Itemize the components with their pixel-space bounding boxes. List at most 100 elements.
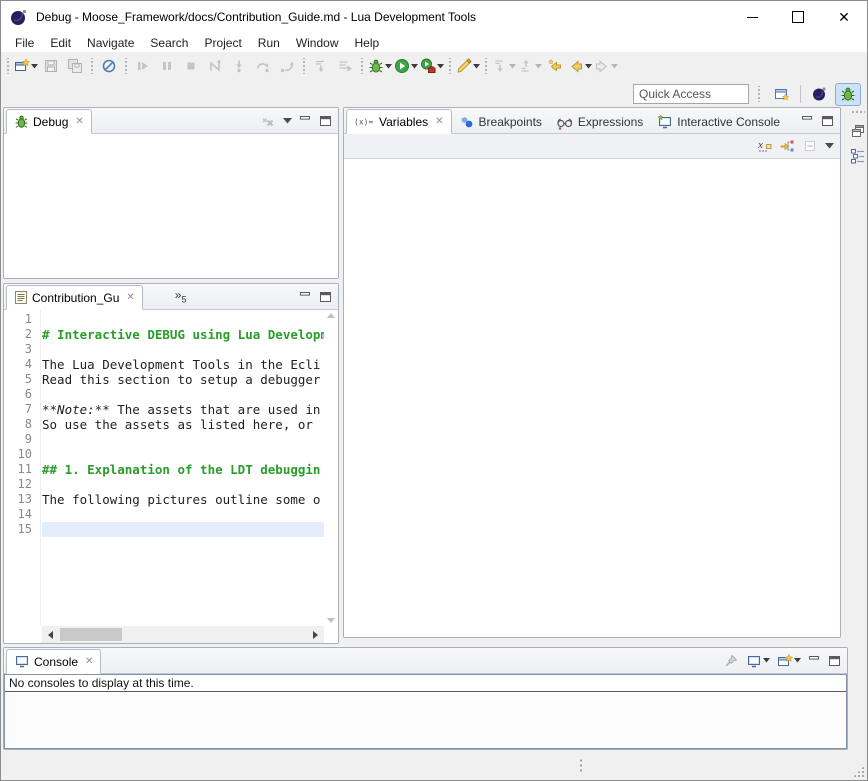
forward-button[interactable] xyxy=(593,55,619,77)
toolbar-handle[interactable] xyxy=(757,86,761,102)
minimize-button[interactable] xyxy=(299,291,312,302)
last-edit-location-button[interactable] xyxy=(543,55,567,77)
toolbar-handle[interactable] xyxy=(6,58,10,74)
minimize-button[interactable] xyxy=(801,115,814,126)
open-perspective-button[interactable] xyxy=(769,83,795,106)
tab-interactive-console[interactable]: Interactive Console xyxy=(650,110,787,133)
close-icon[interactable]: ✕ xyxy=(85,656,93,667)
menu-project[interactable]: Project xyxy=(196,35,249,51)
disconnect-button[interactable] xyxy=(203,55,227,77)
scroll-up-icon[interactable] xyxy=(327,313,335,318)
editor-line[interactable] xyxy=(42,312,324,327)
editor-line[interactable]: **Note:** The assets that are used in xyxy=(42,402,324,417)
dropdown-arrow-icon[interactable] xyxy=(611,64,618,69)
toolbar-handle[interactable] xyxy=(302,58,306,74)
menu-window[interactable]: Window xyxy=(288,35,347,51)
dropdown-arrow-icon[interactable] xyxy=(411,64,418,69)
minimize-button[interactable] xyxy=(808,655,821,666)
maximize-button[interactable] xyxy=(319,291,332,303)
more-editors-chevron[interactable]: »5 xyxy=(175,288,187,304)
editor-line[interactable] xyxy=(42,342,324,357)
vertical-scrollbar[interactable] xyxy=(324,310,338,626)
menu-search[interactable]: Search xyxy=(142,35,196,51)
view-menu-button[interactable] xyxy=(283,118,292,124)
step-over-button[interactable] xyxy=(251,55,275,77)
show-type-names-button[interactable]: x xyxy=(756,138,772,154)
window-minimize-button[interactable] xyxy=(729,1,775,33)
debug-button[interactable] xyxy=(367,55,393,77)
horizontal-scrollbar[interactable] xyxy=(42,626,324,643)
tab-editor-contribution-guide[interactable]: Contribution_Gu ✕ xyxy=(6,285,143,310)
toolbar-handle[interactable] xyxy=(124,58,128,74)
dropdown-arrow-icon[interactable] xyxy=(31,64,38,69)
open-console-button[interactable] xyxy=(777,653,801,669)
resume-button[interactable] xyxy=(131,55,155,77)
close-icon[interactable]: ✕ xyxy=(126,292,134,303)
restore-views-button[interactable] xyxy=(850,123,866,139)
pin-console-button[interactable] xyxy=(723,653,739,669)
debug-perspective-button[interactable] xyxy=(835,83,861,106)
close-icon[interactable]: ✕ xyxy=(435,116,443,127)
external-tools-button[interactable] xyxy=(419,55,445,77)
dropdown-arrow-icon[interactable] xyxy=(385,64,392,69)
menu-help[interactable]: Help xyxy=(347,35,388,51)
run-button[interactable] xyxy=(393,55,419,77)
dropdown-arrow-icon[interactable] xyxy=(585,64,592,69)
dropdown-arrow-icon[interactable] xyxy=(535,64,542,69)
tab-variables[interactable]: (x)=Variables✕ xyxy=(346,109,452,134)
editor-line[interactable] xyxy=(42,477,324,492)
use-step-filters-button[interactable] xyxy=(333,55,357,77)
editor-line[interactable]: Read this section to setup a debugger xyxy=(42,372,324,387)
editor-line[interactable] xyxy=(42,507,324,522)
minimize-button[interactable] xyxy=(299,115,312,126)
show-logical-structure-button[interactable] xyxy=(779,138,795,154)
toolbar-handle[interactable] xyxy=(448,58,452,74)
window-close-button[interactable]: ✕ xyxy=(821,1,867,33)
dropdown-arrow-icon[interactable] xyxy=(437,64,444,69)
scrollbar-thumb[interactable] xyxy=(60,628,122,641)
toolbar-handle[interactable] xyxy=(484,58,488,74)
scroll-left-icon[interactable] xyxy=(48,631,53,639)
statusbar-handle[interactable] xyxy=(579,757,583,774)
scroll-down-icon[interactable] xyxy=(327,618,335,623)
tab-debug[interactable]: Debug ✕ xyxy=(6,109,92,134)
dropdown-arrow-icon[interactable] xyxy=(509,64,516,69)
editor-line[interactable] xyxy=(42,522,324,537)
view-menu-button[interactable] xyxy=(825,143,834,149)
menu-file[interactable]: File xyxy=(7,35,42,51)
menu-edit[interactable]: Edit xyxy=(42,35,79,51)
save-all-button[interactable] xyxy=(63,55,87,77)
dropdown-arrow-icon[interactable] xyxy=(794,658,801,663)
skip-all-breakpoints-button[interactable] xyxy=(97,55,121,77)
dropdown-arrow-icon[interactable] xyxy=(473,64,480,69)
tab-breakpoints[interactable]: Breakpoints xyxy=(452,110,549,133)
dropdown-arrow-icon[interactable] xyxy=(763,658,770,663)
resize-grip[interactable] xyxy=(853,766,864,777)
step-into-button[interactable] xyxy=(227,55,251,77)
close-icon[interactable]: ✕ xyxy=(75,116,83,127)
quick-access-input[interactable] xyxy=(633,84,749,104)
terminate-button[interactable] xyxy=(179,55,203,77)
tab-expressions[interactable]: Expressions xyxy=(549,110,650,133)
editor-line[interactable]: The Lua Development Tools in the Ecli xyxy=(42,357,324,372)
editor-line[interactable]: So use the assets as listed here, or xyxy=(42,417,324,432)
maximize-button[interactable] xyxy=(828,655,841,667)
editor-line[interactable] xyxy=(42,387,324,402)
maximize-button[interactable] xyxy=(821,115,834,127)
maximize-button[interactable] xyxy=(319,115,332,127)
editor-line[interactable]: ## 1. Explanation of the LDT debuggin xyxy=(42,462,324,477)
annotate-pen-button[interactable] xyxy=(455,55,481,77)
toolbar-handle[interactable] xyxy=(90,58,94,74)
outline-view-button[interactable] xyxy=(850,148,866,164)
collapse-all-button[interactable] xyxy=(802,138,818,154)
remove-all-terminated-button[interactable] xyxy=(260,113,276,129)
menu-run[interactable]: Run xyxy=(250,35,288,51)
lua-perspective-button[interactable] xyxy=(806,83,832,106)
menu-navigate[interactable]: Navigate xyxy=(79,35,142,51)
code-area[interactable]: # Interactive DEBUG using Lua Developm Th… xyxy=(42,310,324,626)
editor-line[interactable]: # Interactive DEBUG using Lua Developm xyxy=(42,327,324,342)
window-maximize-button[interactable] xyxy=(775,1,821,33)
editor-line[interactable]: The following pictures outline some o xyxy=(42,492,324,507)
save-button[interactable] xyxy=(39,55,63,77)
editor-line[interactable] xyxy=(42,432,324,447)
